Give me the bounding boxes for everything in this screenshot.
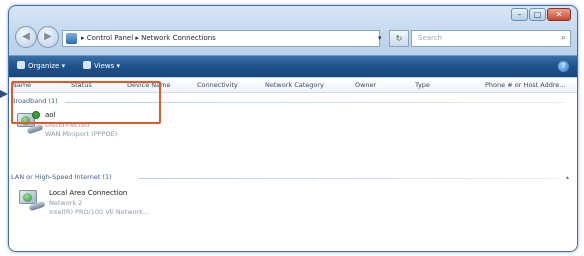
organize-label: Organize ▾: [28, 62, 66, 70]
callout-arrow: [0, 90, 8, 98]
organize-icon: [17, 61, 25, 69]
column-header-connectivity[interactable]: Connectivity: [197, 81, 238, 90]
group-divider: [139, 178, 559, 179]
collapse-group-icon[interactable]: ▴: [566, 173, 569, 182]
views-button[interactable]: Views ▾: [83, 60, 120, 73]
globe-shape: [23, 193, 32, 202]
address-bar[interactable]: ▸ Control Panel ▸ Network Connections: [62, 30, 380, 47]
back-button[interactable]: ◀: [15, 26, 37, 48]
minimize-button[interactable]: –: [511, 8, 528, 21]
caption-buttons: – □ ✕: [511, 8, 571, 21]
maximize-button[interactable]: □: [529, 8, 546, 21]
help-icon[interactable]: ?: [558, 61, 569, 72]
lan-connection-icon[interactable]: [19, 188, 46, 212]
column-header-owner[interactable]: Owner: [355, 81, 376, 90]
search-placeholder: Search: [418, 34, 443, 42]
connection-name-lan[interactable]: Local Area Connection: [49, 189, 127, 198]
forward-button[interactable]: ▶: [37, 26, 59, 48]
highlight-box: [11, 81, 161, 124]
views-icon: [83, 61, 91, 69]
command-bar: Organize ▾ Views ▾ ?: [9, 55, 577, 77]
column-header-phone[interactable]: Phone # or Host Addre...: [485, 81, 566, 90]
views-label: Views ▾: [94, 62, 120, 70]
address-dropdown-icon[interactable]: ▾: [378, 30, 388, 47]
close-button[interactable]: ✕: [547, 8, 571, 21]
column-header-type[interactable]: Type: [415, 81, 430, 90]
refresh-button[interactable]: ↻: [389, 30, 409, 47]
group-header-lan[interactable]: LAN or High-Speed Internet (1): [11, 173, 112, 182]
explorer-window: – □ ✕ ◀ ▶ ▸ Control Panel ▸ Network Conn…: [8, 5, 578, 252]
control-panel-icon: [66, 33, 77, 44]
connection-device-lan: Intel(R) PRO/100 VE Network...: [49, 208, 150, 216]
address-path: ▸ Control Panel ▸ Network Connections: [81, 34, 216, 42]
search-input[interactable]: Search ⌕: [411, 30, 571, 47]
organize-button[interactable]: Organize ▾: [17, 60, 65, 73]
connection-status-lan: Network 2: [49, 199, 83, 207]
search-icon[interactable]: ⌕: [561, 33, 566, 44]
connection-device-aol: WAN Miniport (PPPOE): [45, 130, 118, 138]
column-header-network-category[interactable]: Network Category: [265, 81, 324, 90]
